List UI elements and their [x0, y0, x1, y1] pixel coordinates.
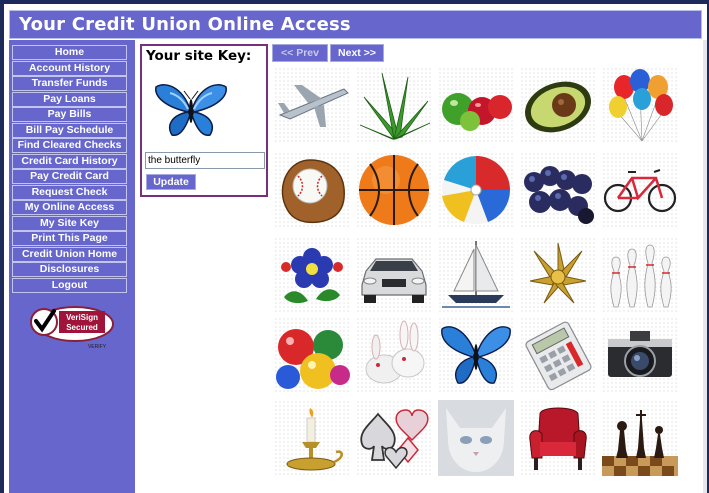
butterfly-icon[interactable]	[438, 317, 514, 393]
site-key-panel: Your site Key: Update	[140, 44, 268, 197]
avocado-icon[interactable]	[520, 67, 596, 143]
page-frame: Your Credit Union Online Access Home Acc…	[4, 4, 707, 493]
butterfly-icon	[152, 79, 230, 141]
nav-account-history[interactable]: Account History	[12, 61, 127, 76]
verisign-seal[interactable]: VeriSign Secured VERIFY	[27, 302, 117, 352]
chess-icon[interactable]	[602, 400, 678, 476]
ornaments-icon[interactable]	[274, 317, 350, 393]
red-chair-icon[interactable]	[520, 400, 596, 476]
window-edge	[703, 40, 707, 493]
balloons-icon[interactable]	[602, 67, 678, 143]
berries-icon[interactable]	[520, 152, 596, 228]
basketball-icon[interactable]	[356, 152, 432, 228]
calculator-icon[interactable]	[520, 317, 596, 393]
airplane-icon[interactable]	[274, 67, 350, 143]
nav-my-site-key[interactable]: My Site Key	[12, 216, 127, 231]
apples-icon[interactable]	[438, 67, 514, 143]
seal-text-2: Secured	[66, 323, 98, 332]
nav-bill-pay-schedule[interactable]: Bill Pay Schedule	[12, 123, 127, 138]
seal-text-1: VeriSign	[66, 313, 98, 322]
card-suits-icon[interactable]	[356, 400, 432, 476]
bowling-pins-icon[interactable]	[602, 237, 678, 313]
nav-transfer-funds[interactable]: Transfer Funds	[12, 76, 127, 91]
nav-pay-loans[interactable]: Pay Loans	[12, 92, 127, 107]
nav-pay-credit-card[interactable]: Pay Credit Card	[12, 169, 127, 184]
page-title: Your Credit Union Online Access	[19, 14, 351, 35]
update-button[interactable]: Update	[146, 174, 196, 190]
prev-button[interactable]: << Prev	[272, 44, 328, 62]
nav-pay-bills[interactable]: Pay Bills	[12, 107, 127, 122]
seal-text-3: VERIFY	[88, 344, 107, 350]
beach-ball-icon[interactable]	[438, 152, 514, 228]
aloe-plant-icon[interactable]	[356, 67, 432, 143]
camera-icon[interactable]	[602, 317, 678, 393]
blue-flower-icon[interactable]	[274, 237, 350, 313]
nav-find-cleared-checks[interactable]: Find Cleared Checks	[12, 138, 127, 153]
white-cat-icon[interactable]	[438, 400, 514, 476]
next-button[interactable]: Next >>	[330, 44, 384, 62]
sidebar: Home Account History Transfer Funds Pay …	[9, 40, 135, 493]
gold-bow-icon[interactable]	[520, 237, 596, 313]
page-header: Your Credit Union Online Access	[9, 10, 702, 39]
site-key-title: Your site Key:	[146, 48, 252, 64]
baseball-glove-icon[interactable]	[274, 152, 350, 228]
bunnies-icon[interactable]	[356, 317, 432, 393]
nav-logout[interactable]: Logout	[12, 278, 127, 293]
nav-home[interactable]: Home	[12, 45, 127, 60]
nav-my-online-access[interactable]: My Online Access	[12, 200, 127, 215]
nav-request-check[interactable]: Request Check	[12, 185, 127, 200]
sailboat-icon[interactable]	[438, 237, 514, 313]
site-key-input[interactable]	[145, 152, 265, 169]
nav-disclosures[interactable]: Disclosures	[12, 262, 127, 277]
nav-credit-card-history[interactable]: Credit Card History	[12, 154, 127, 169]
car-icon[interactable]	[356, 237, 432, 313]
nav-credit-union-home[interactable]: Credit Union Home	[12, 247, 127, 262]
candle-icon[interactable]	[274, 400, 350, 476]
bicycle-icon[interactable]	[602, 152, 678, 228]
nav-print-this-page[interactable]: Print This Page	[12, 231, 127, 246]
